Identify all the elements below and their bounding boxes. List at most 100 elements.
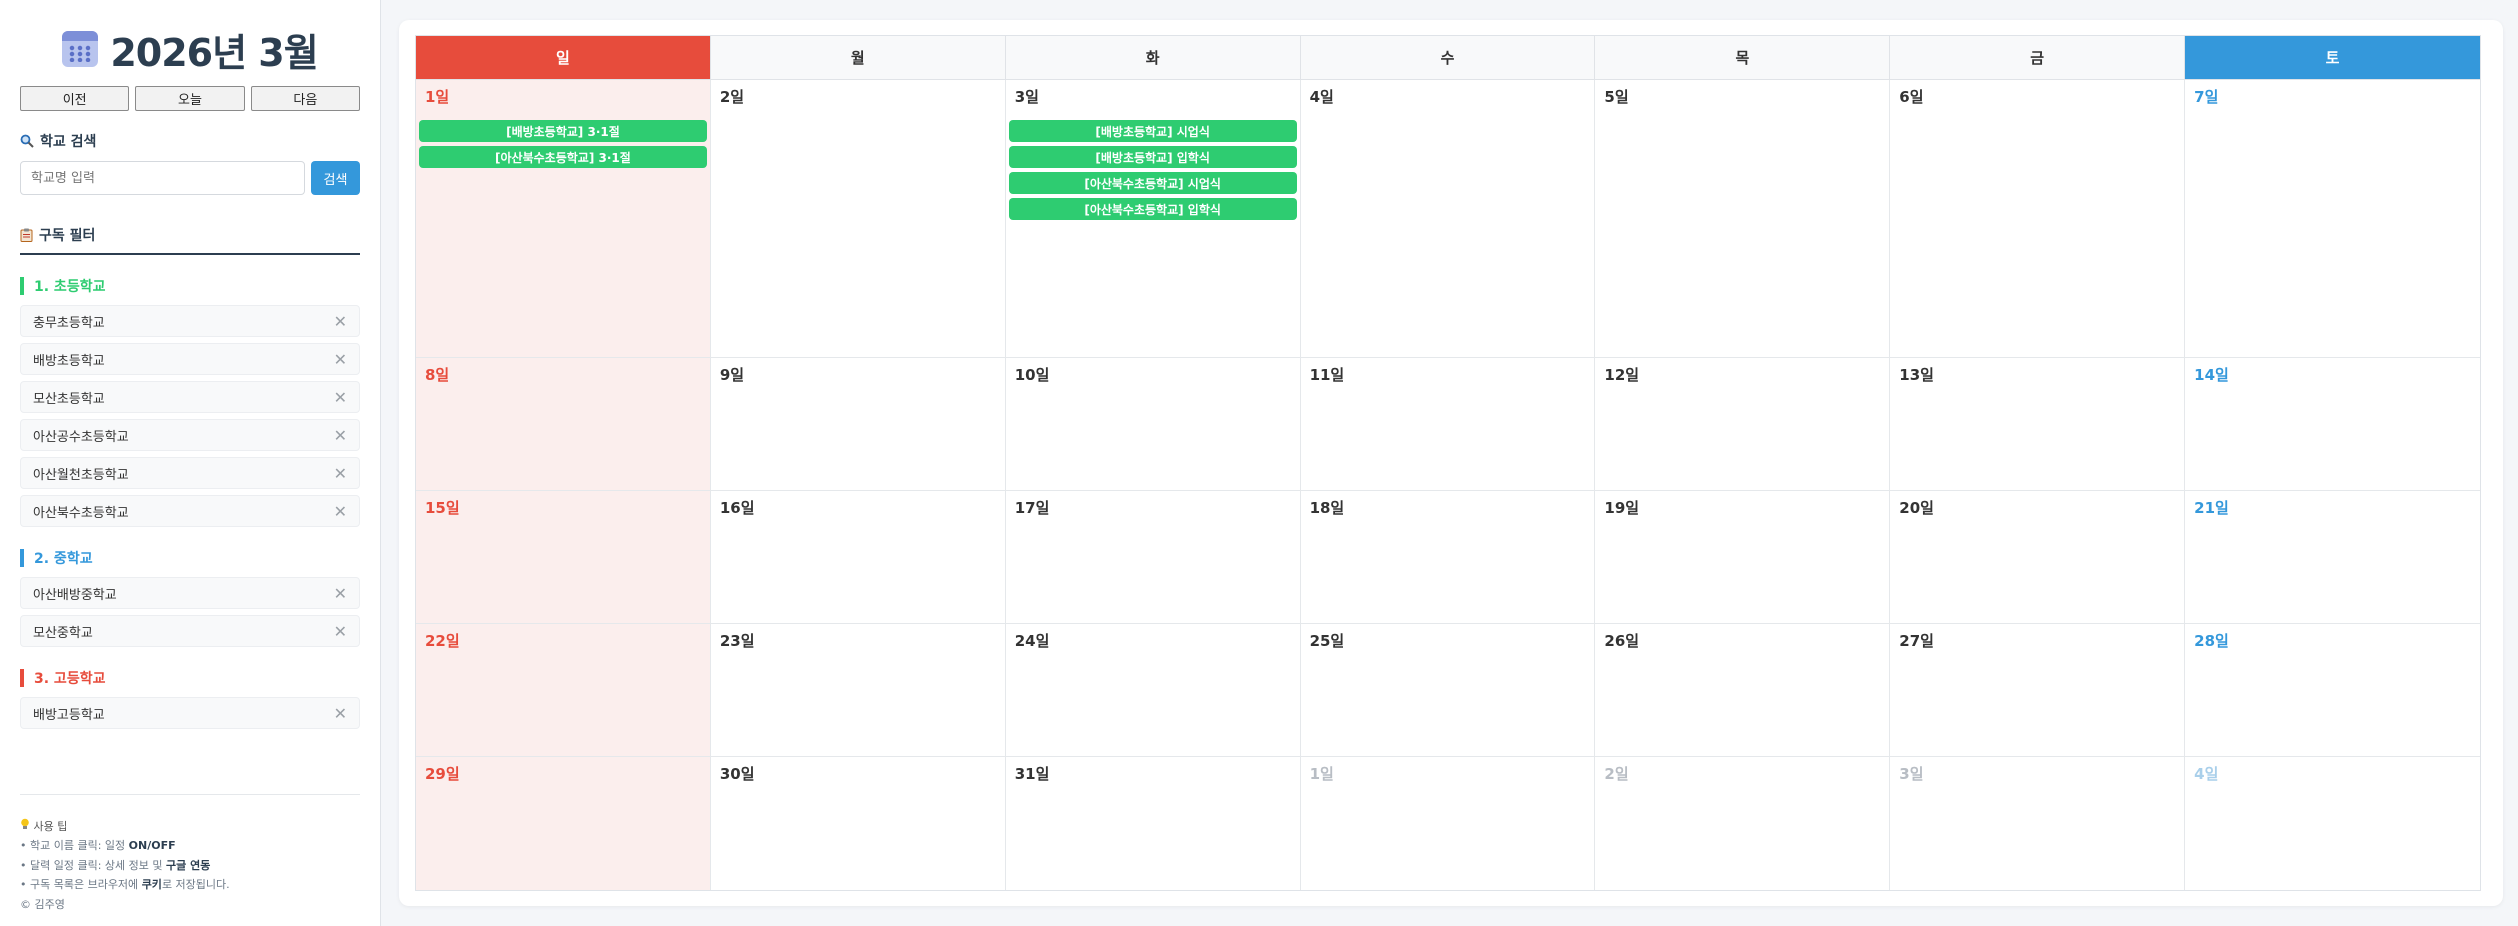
day-cell[interactable]: 20일 [1890,491,2186,624]
day-number: 22일 [425,632,460,650]
day-cell[interactable]: 29일 [416,757,711,890]
remove-icon[interactable]: ✕ [334,622,347,641]
day-cell[interactable]: 14일 [2185,358,2480,491]
school-list-high: 배방고등학교 ✕ [20,697,360,729]
calendar-icon [62,31,99,67]
school-name[interactable]: 배방고등학교 [33,704,105,723]
copyright: © 김주영 [20,897,65,911]
group-title-high: 3. 고등학교 [20,669,360,687]
day-cell[interactable]: 6일 [1890,80,2186,358]
day-number: 29일 [425,765,460,783]
day-number: 5일 [1604,88,1629,106]
school-item[interactable]: 아산월천초등학교 ✕ [20,457,360,489]
school-name[interactable]: 아산월천초등학교 [33,464,129,483]
day-cell[interactable]: 16일 [710,491,1006,624]
day-cell[interactable]: 13일 [1890,358,2186,491]
today-button[interactable]: 오늘 [135,86,245,111]
day-number: 7일 [2194,88,2219,106]
day-number: 28일 [2194,632,2229,650]
day-cell[interactable]: 15일 [416,491,711,624]
day-cell[interactable]: 2일 [710,80,1006,358]
day-cell[interactable]: 5일 [1595,80,1891,358]
school-item[interactable]: 모산중학교 ✕ [20,615,360,647]
day-number: 10일 [1014,366,1050,384]
school-list-elementary: 충무초등학교 ✕ 배방초등학교 ✕ 모산초등학교 ✕ 아산공수초등학교 ✕ 아산월천초등… [20,305,360,527]
calendar-grid: 일 월 화 수 목 금 토 1일 [배방초등학교] 3·1절 [아산북수초등학교] 3·1절 2일 3… [415,35,2481,891]
day-cell[interactable]: 12일 [1595,358,1891,491]
day-cell[interactable]: 1일 [배방초등학교] 3·1절 [아산북수초등학교] 3·1절 [416,80,711,358]
school-item[interactable]: 충무초등학교 ✕ [20,305,360,337]
event-chip[interactable]: [아산북수초등학교] 시업식 [1008,172,1297,194]
clipboard-icon [20,228,33,242]
day-cell[interactable]: 22일 [416,624,711,757]
day-cell[interactable]: 26일 [1595,624,1891,757]
day-cell[interactable]: 28일 [2185,624,2480,757]
school-name[interactable]: 아산배방중학교 [33,584,117,603]
day-cell[interactable]: 30일 [711,757,1006,890]
day-cell[interactable]: 11일 [1300,358,1596,491]
search-button[interactable]: 검색 [311,161,360,195]
day-cell[interactable]: 24일 [1005,624,1301,757]
school-item[interactable]: 아산북수초등학교 ✕ [20,495,360,527]
tips-heading: 사용 팁 [20,817,360,837]
remove-icon[interactable]: ✕ [334,388,347,407]
school-name[interactable]: 충무초등학교 [33,312,105,331]
day-cell[interactable]: 25일 [1300,624,1596,757]
remove-icon[interactable]: ✕ [334,502,347,521]
group-title-elementary: 1. 초등학교 [20,277,360,295]
day-number: 2일 [719,88,745,106]
event-chip[interactable]: [아산북수초등학교] 3·1절 [419,146,707,168]
prev-month-button[interactable]: 이전 [20,86,130,111]
day-cell[interactable]: 23일 [710,624,1006,757]
remove-icon[interactable]: ✕ [334,350,347,369]
remove-icon[interactable]: ✕ [334,584,347,603]
day-cell[interactable]: 7일 [2185,80,2480,358]
day-cell[interactable]: 3일 [배방초등학교] 시업식 [배방초등학교] 입학식 [아산북수초등학교] 시업식… [1005,80,1301,358]
school-search-input[interactable] [20,161,305,195]
school-name[interactable]: 모산중학교 [33,622,93,641]
day-number: 26일 [1604,632,1640,650]
day-cell[interactable]: 4일 [2185,757,2480,890]
day-cell[interactable]: 4일 [1300,80,1596,358]
day-number: 1일 [1309,765,1334,783]
day-number: 30일 [719,765,755,783]
weekday-header: 토 [2185,36,2480,80]
event-chip[interactable]: [아산북수초등학교] 입학식 [1008,198,1297,220]
day-cell[interactable]: 31일 [1006,757,1301,890]
event-chip[interactable]: [배방초등학교] 입학식 [1008,146,1297,168]
tip-line: • 달력 일정 클릭: 상세 정보 및 구글 연동 [20,858,211,872]
day-cell[interactable]: 17일 [1005,491,1301,624]
day-cell[interactable]: 2일 [1595,757,1891,890]
remove-icon[interactable]: ✕ [334,704,347,723]
school-item[interactable]: 아산배방중학교 ✕ [20,577,360,609]
day-cell[interactable]: 18일 [1300,491,1596,624]
usage-tips: 사용 팁 • 학교 이름 클릭: 일정 ON/OFF • 달력 일정 클릭: 상… [20,793,360,915]
day-number: 27일 [1899,632,1934,650]
school-name[interactable]: 아산공수초등학교 [33,426,129,445]
day-cell[interactable]: 21일 [2185,491,2480,624]
remove-icon[interactable]: ✕ [334,426,347,445]
school-name[interactable]: 모산초등학교 [33,388,105,407]
school-item[interactable]: 배방초등학교 ✕ [20,343,360,375]
day-cell[interactable]: 8일 [416,358,711,491]
day-cell[interactable]: 27일 [1890,624,2186,757]
next-month-button[interactable]: 다음 [250,86,360,111]
school-item[interactable]: 배방고등학교 ✕ [20,697,360,729]
day-cell[interactable]: 19일 [1595,491,1891,624]
remove-icon[interactable]: ✕ [334,312,347,331]
tip-line: • 학교 이름 클릭: 일정 ON/OFF [20,839,176,852]
day-number: 31일 [1014,765,1050,783]
school-name[interactable]: 배방초등학교 [33,350,105,369]
event-chip[interactable]: [배방초등학교] 3·1절 [419,120,707,142]
day-cell[interactable]: 9일 [710,358,1006,491]
magnifier-icon [20,134,34,148]
school-item[interactable]: 아산공수초등학교 ✕ [20,419,360,451]
remove-icon[interactable]: ✕ [334,464,347,483]
day-cell[interactable]: 10일 [1005,358,1301,491]
school-item[interactable]: 모산초등학교 ✕ [20,381,360,413]
event-chip[interactable]: [배방초등학교] 시업식 [1008,120,1297,142]
day-cell[interactable]: 3일 [1890,757,2186,890]
school-name[interactable]: 아산북수초등학교 [33,502,129,521]
weekday-header: 금 [1890,36,2186,80]
day-cell[interactable]: 1일 [1301,757,1596,890]
